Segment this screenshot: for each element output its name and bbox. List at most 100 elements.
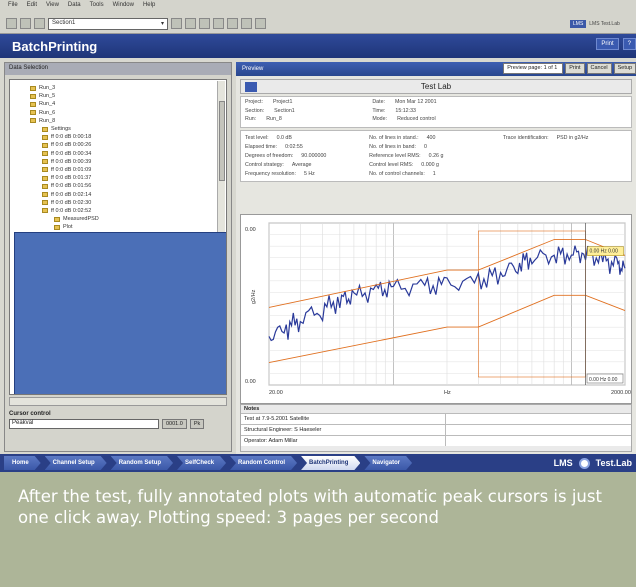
- zoom-icon[interactable]: [241, 18, 252, 29]
- tree-item-label: ff 0:0 dB 0:02:52: [51, 207, 92, 214]
- tree-item[interactable]: ff 0:0 dB 0:01:09: [30, 166, 226, 174]
- tree-item[interactable]: ff 0:0 dB 0:02:30: [30, 199, 226, 207]
- tree-item[interactable]: ff 0:0 dB 0:00:26: [30, 141, 226, 149]
- data-tree[interactable]: Run_3 Run_5 Run_4 Run_6 Run_8 Settings ff 0:0 …: [9, 79, 227, 395]
- tree-item[interactable]: ff 0:0 dB 0:02:52: [30, 207, 226, 215]
- meta-value: Reduced control: [397, 116, 436, 123]
- tree-item[interactable]: Settings: [30, 125, 226, 133]
- setup-button[interactable]: Setup: [613, 63, 636, 74]
- report-title-bar: Test Lab: [240, 79, 632, 94]
- workflow-step[interactable]: Random Setup: [111, 456, 173, 470]
- tree-item[interactable]: Run_4: [30, 100, 226, 108]
- param-value: 400: [426, 134, 436, 141]
- cursor-input[interactable]: Peakval: [9, 419, 159, 429]
- psd-plot: 0.00 Hz 0.00 0.00 Hz 0.00 20.00 2000.00 Hz 0.…: [240, 214, 632, 404]
- tree-item[interactable]: ff 0:0 dB 0:01:37: [30, 174, 226, 182]
- app-title-bar: BatchPrinting Print ?: [0, 34, 636, 58]
- notes-row[interactable]: Test at 7.9-5.2001 Satellite: [241, 413, 631, 424]
- tree-item-label: Plot: [63, 224, 73, 231]
- meta-label: Date:: [372, 99, 385, 105]
- workflow-step[interactable]: Navigator: [364, 456, 412, 470]
- param-value: 90.000000: [301, 152, 327, 159]
- section-select[interactable]: Section1 ▾: [48, 17, 168, 30]
- cursor-value-button[interactable]: 0001.0: [162, 419, 187, 429]
- folder-icon: [54, 224, 60, 230]
- tree-item-label: ff 0:0 dB 0:02:14: [51, 191, 92, 198]
- menu-item[interactable]: File: [8, 2, 18, 12]
- y-axis-label: g2/Hz: [251, 289, 257, 304]
- param-field: No. of lines in stand.: 400: [369, 133, 503, 142]
- menu-item[interactable]: Help: [143, 2, 155, 12]
- param-value: 0.0 dB: [276, 134, 292, 141]
- report-params: Test level: 0.0 dB No. of lines in stand.:…: [240, 130, 632, 182]
- menu-item[interactable]: Window: [113, 2, 134, 12]
- notes-row[interactable]: Structural Engineer: S Haeseler: [241, 424, 631, 435]
- report-meta: Project: Project1 Date: Mon Mar 12 2001 Sect…: [240, 96, 632, 128]
- report-logo-icon: [245, 82, 257, 92]
- menu-bar: File Edit View Data Tools Window Help: [0, 0, 636, 14]
- tree-item[interactable]: Run_3: [30, 84, 226, 92]
- param-field: [503, 142, 627, 151]
- folder-icon: [42, 126, 48, 132]
- meta-label: Run:: [245, 116, 257, 123]
- tree-item[interactable]: Run_8: [30, 117, 226, 125]
- workflow-step[interactable]: Random Control: [230, 456, 297, 470]
- preview-title: Preview: [242, 66, 264, 72]
- tree-item[interactable]: PSD YPKG4 point +Z-Drive left panel+C: [14, 232, 226, 394]
- help-icon[interactable]: [255, 18, 266, 29]
- folder-icon: [42, 142, 48, 148]
- tree-item[interactable]: Plot: [30, 223, 226, 231]
- undo-icon[interactable]: [171, 18, 182, 29]
- scroll-thumb[interactable]: [219, 101, 225, 181]
- print-button[interactable]: Print: [565, 63, 585, 74]
- y-tick-label: 0.00: [245, 379, 256, 385]
- menu-item[interactable]: Tools: [90, 2, 104, 12]
- notes-row[interactable]: Operator: Adam Millar: [241, 435, 631, 446]
- help-chip[interactable]: ?: [622, 38, 636, 50]
- paste-icon[interactable]: [213, 18, 224, 29]
- open-icon[interactable]: [20, 18, 31, 29]
- param-field: Reference level RMS: 0.26 g: [369, 151, 503, 160]
- cancel-button[interactable]: Cancel: [586, 63, 612, 74]
- meta-value: Section1: [274, 107, 295, 114]
- tree-item[interactable]: ff 0:0 dB 0:00:39: [30, 158, 226, 166]
- folder-icon: [42, 192, 48, 198]
- workflow-step[interactable]: BatchPrinting: [301, 456, 360, 470]
- folder-icon: [30, 85, 36, 91]
- workflow-step[interactable]: Channel Setup: [45, 456, 107, 470]
- tree-item[interactable]: Run_5: [30, 92, 226, 100]
- brand-lms: LMS: [553, 458, 573, 468]
- page-select[interactable]: Preview page: 1 of 1: [503, 63, 564, 74]
- menu-item[interactable]: Edit: [27, 2, 37, 12]
- param-value: 5 Hz: [303, 171, 315, 178]
- save-icon[interactable]: [34, 18, 45, 29]
- tree-item[interactable]: ff 0:0 dB 0:02:14: [30, 190, 226, 198]
- param-label: No. of lines in stand.:: [369, 134, 419, 141]
- tree-item-label: Settings: [51, 126, 71, 133]
- tree-item[interactable]: ff 0:0 dB 0:00:18: [30, 133, 226, 141]
- param-label: No. of lines in band:: [369, 143, 416, 150]
- workflow-step[interactable]: Home: [4, 456, 41, 470]
- menu-item[interactable]: Data: [68, 2, 81, 12]
- print-icon[interactable]: [227, 18, 238, 29]
- param-field: Control strategy: Average: [245, 161, 369, 170]
- meta-value: 15:12:33: [395, 107, 416, 114]
- cursor-peak-button[interactable]: Pk: [189, 419, 205, 429]
- print-chip[interactable]: Print: [596, 38, 619, 50]
- tree-item[interactable]: ff 0:0 dB 0:01:56: [30, 182, 226, 190]
- cut-icon[interactable]: [185, 18, 196, 29]
- meta-field: Time: 15:12:33: [372, 108, 499, 117]
- tree-item[interactable]: MeasuredPSD: [30, 215, 226, 223]
- meta-field: Run: Run_8: [245, 116, 372, 125]
- tree-horizontal-scrollbar[interactable]: [9, 397, 227, 406]
- tree-item[interactable]: Run_6: [30, 109, 226, 117]
- meta-label: Project:: [245, 99, 263, 105]
- copy-icon[interactable]: [199, 18, 210, 29]
- tree-item[interactable]: ff 0:0 dB 0:00:34: [30, 150, 226, 158]
- workflow-step[interactable]: SelfCheck: [177, 456, 226, 470]
- app-title: BatchPrinting: [12, 38, 98, 54]
- note-text: Structural Engineer: S Haeseler: [241, 425, 446, 435]
- menu-item[interactable]: View: [46, 2, 59, 12]
- brand-testlab: Test.Lab: [595, 458, 632, 468]
- new-icon[interactable]: [6, 18, 17, 29]
